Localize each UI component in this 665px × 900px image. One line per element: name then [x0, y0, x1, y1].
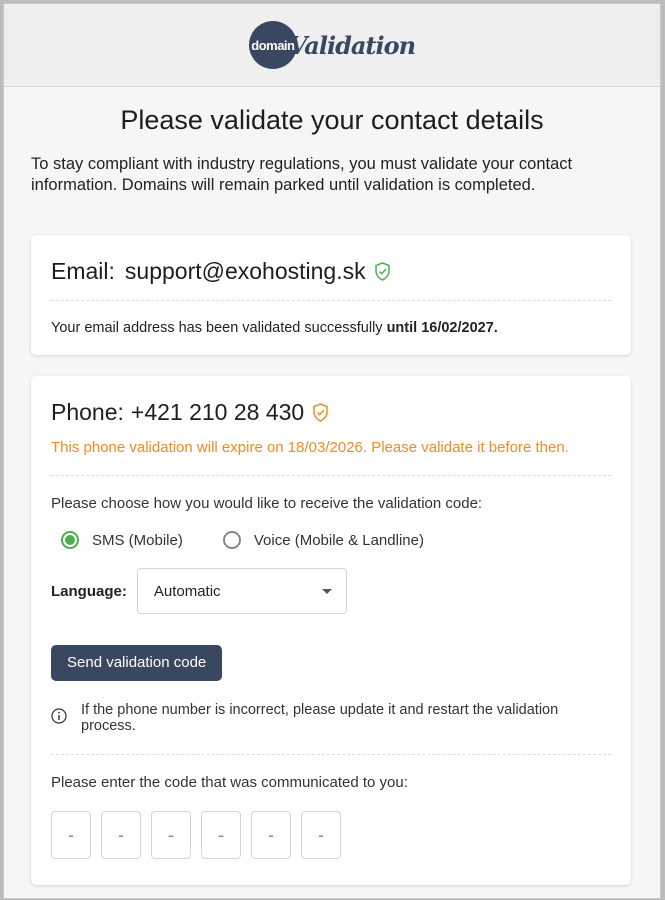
radio-voice[interactable]: Voice (Mobile & Landline): [222, 531, 424, 549]
page-frame: domain Validation Please validate your c…: [3, 3, 661, 899]
code-digit-input[interactable]: -: [251, 811, 291, 859]
phone-expiry-warning: This phone validation will expire on 18/…: [51, 439, 569, 456]
header-bar: domain Validation: [4, 4, 660, 87]
code-digit-input[interactable]: -: [101, 811, 141, 859]
code-digit-input[interactable]: -: [51, 811, 91, 859]
email-status-date: until 16/02/2027.: [386, 320, 498, 336]
code-prompt: Please enter the code that was communica…: [51, 774, 408, 791]
logo-script: Validation: [288, 30, 416, 60]
radio-sms-indicator[interactable]: [61, 531, 79, 549]
shield-warning-icon: [312, 402, 329, 422]
radio-sms-label: SMS (Mobile): [92, 531, 183, 549]
phone-info-text: If the phone number is incorrect, please…: [81, 702, 559, 734]
logo-circle: domain: [248, 21, 297, 69]
divider: [51, 475, 611, 476]
email-address: support@exohosting.sk: [124, 257, 366, 284]
email-label: Email:: [51, 257, 115, 284]
code-digit-input[interactable]: -: [151, 811, 191, 859]
send-validation-code-button[interactable]: Send validation code: [51, 645, 223, 681]
intro-text: To stay compliant with industry regulati…: [31, 155, 573, 194]
language-select-value: Automatic: [153, 582, 221, 600]
radio-sms[interactable]: SMS (Mobile): [61, 531, 183, 549]
language-select[interactable]: Automatic: [136, 568, 347, 614]
phone-label: Phone:: [51, 398, 124, 425]
divider: [51, 300, 611, 301]
phone-card: Phone: +421 210 28 430 This phone valida…: [31, 376, 631, 885]
divider: [51, 754, 611, 755]
page-title: Please validate your contact details: [120, 105, 544, 135]
language-label: Language:: [51, 582, 127, 600]
email-card: Email: support@exohosting.sk Your email …: [31, 235, 631, 355]
phone-row: Phone: +421 210 28 430: [51, 376, 611, 428]
code-digit-input[interactable]: -: [201, 811, 241, 859]
delivery-method-radios: SMS (Mobile) Voice (Mobile & Landline): [51, 531, 611, 549]
code-digit-input[interactable]: -: [301, 811, 341, 859]
domain-validation-logo: domain Validation: [248, 21, 416, 69]
language-row: Language: Automatic: [51, 568, 611, 614]
email-status-text: Your email address has been validated su…: [51, 320, 383, 336]
code-inputs: - - - - - -: [51, 811, 611, 859]
radio-voice-label: Voice (Mobile & Landline): [253, 531, 424, 549]
phone-number: +421 210 28 430: [130, 398, 305, 425]
phone-info-note: If the phone number is incorrect, please…: [51, 702, 611, 734]
email-row: Email: support@exohosting.sk: [51, 235, 611, 287]
email-status: Your email address has been validated su…: [51, 320, 611, 336]
chevron-down-icon: [321, 588, 332, 594]
radio-voice-indicator[interactable]: [222, 531, 241, 549]
delivery-method-prompt: Please choose how you would like to rece…: [51, 495, 483, 512]
shield-check-icon: [374, 261, 391, 281]
info-icon: [51, 708, 67, 724]
